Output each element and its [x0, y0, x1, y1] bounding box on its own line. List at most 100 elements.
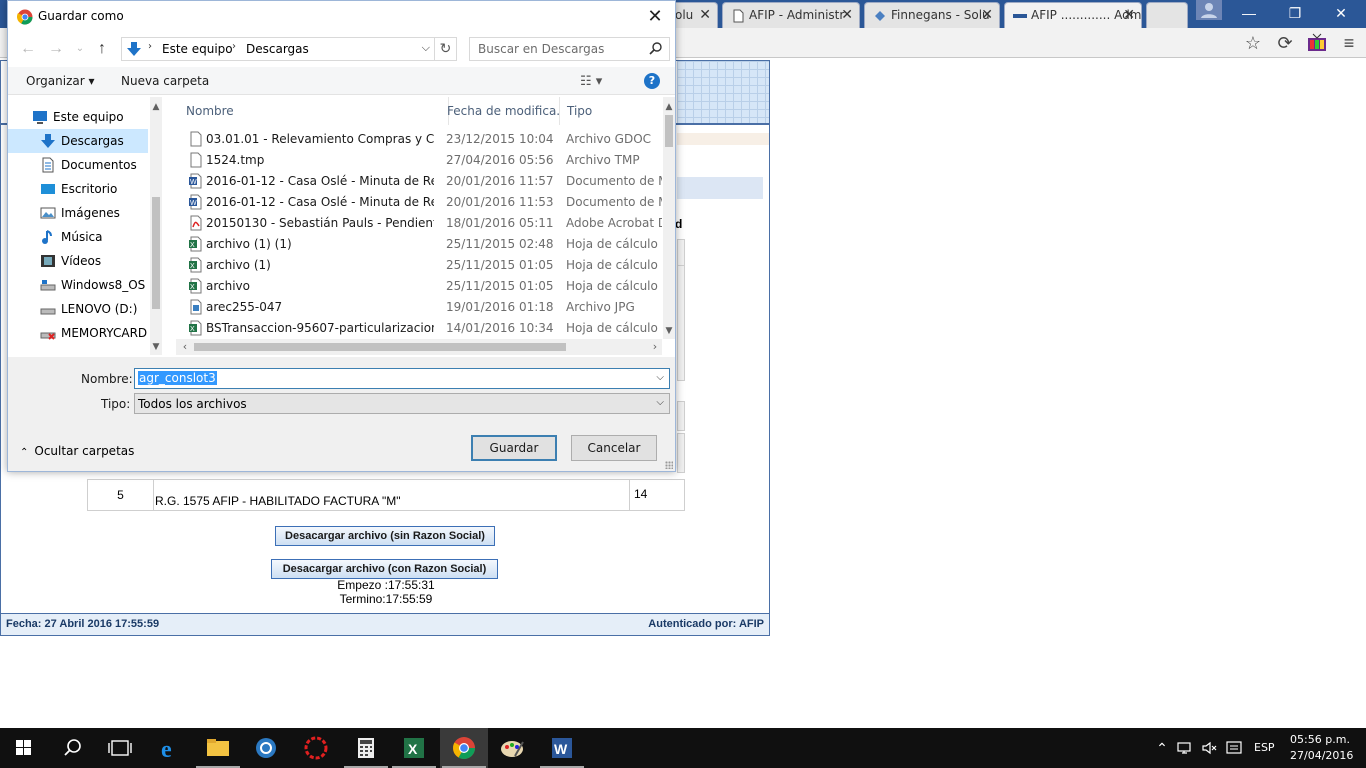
close-window-button[interactable]: ✕ [1318, 0, 1364, 28]
taskbar-chrome[interactable] [440, 728, 488, 768]
save-button[interactable]: Guardar [471, 435, 557, 461]
column-header-date[interactable]: Fecha de modifica... [439, 97, 560, 125]
taskbar-word[interactable]: W [538, 728, 586, 768]
start-button[interactable] [0, 728, 48, 768]
taskbar-edge[interactable]: e [146, 728, 194, 768]
nav-item-musica[interactable]: Música [8, 225, 148, 249]
nav-item-descargas[interactable]: Descargas [8, 129, 148, 153]
bookmark-star-icon[interactable]: ☆ [1242, 32, 1264, 54]
action-center-icon[interactable] [1224, 738, 1244, 758]
dialog-title-bar: Guardar como ✕ [8, 1, 675, 31]
scroll-up-icon[interactable]: ▲ [663, 101, 675, 113]
chrome-logo-icon [17, 9, 33, 25]
nav-item-documentos[interactable]: Documentos [8, 153, 148, 177]
task-view-button[interactable] [96, 728, 144, 768]
minimize-button[interactable]: — [1226, 0, 1272, 28]
tab-close-icon[interactable]: ✕ [981, 7, 993, 23]
nav-item-escritorio[interactable]: Escritorio [8, 177, 148, 201]
file-row[interactable]: X archivo (1) 25/11/2015 01:05 ... Hoja … [184, 255, 662, 276]
scroll-thumb[interactable] [665, 115, 673, 147]
hide-folders-toggle[interactable]: ⌃ Ocultar carpetas [20, 444, 134, 458]
documents-icon [42, 157, 54, 173]
back-arrow-icon[interactable]: ← [18, 39, 38, 59]
nav-scrollbar[interactable]: ▲ ▼ [150, 97, 162, 355]
show-hidden-icons-icon[interactable]: ⌃ [1154, 738, 1170, 758]
volume-muted-icon[interactable] [1200, 738, 1220, 758]
scroll-down-icon[interactable]: ▼ [150, 341, 162, 353]
scroll-up-icon[interactable]: ▲ [150, 101, 162, 113]
sync-extension-icon[interactable]: ⟳ [1274, 32, 1296, 54]
nav-item-este-equipo[interactable]: Este equipo [8, 105, 148, 129]
browser-tab[interactable]: Finnegans - Solu ✕ [864, 2, 1000, 28]
file-list-vertical-scrollbar[interactable]: ▲ ▼ [663, 97, 675, 339]
tab-close-icon[interactable]: ✕ [841, 7, 853, 23]
refresh-icon[interactable]: ↻ [434, 38, 456, 60]
file-row[interactable]: W 2016-01-12 - Casa Oslé - Minuta de Reu… [184, 171, 662, 192]
chrome-menu-icon[interactable]: ≡ [1338, 32, 1360, 54]
address-dropdown-icon[interactable]: ⌵ [422, 41, 430, 55]
scroll-down-icon[interactable]: ▼ [663, 325, 675, 337]
file-row[interactable]: 1524.tmp 27/04/2016 05:56 ... Archivo TM… [184, 150, 662, 171]
profile-avatar-icon[interactable] [1196, 0, 1222, 20]
input-language[interactable]: ESP [1254, 741, 1275, 754]
nav-item-label: Escritorio [61, 182, 118, 196]
column-header-type[interactable]: Tipo [559, 97, 663, 125]
taskbar-calculator[interactable] [342, 728, 390, 768]
dialog-close-button[interactable]: ✕ [641, 3, 669, 29]
nav-item-videos[interactable]: Vídeos [8, 249, 148, 273]
maximize-button[interactable]: ❐ [1272, 0, 1318, 28]
scroll-thumb[interactable] [194, 343, 566, 351]
forward-arrow-icon[interactable]: → [46, 39, 66, 59]
file-row[interactable]: 03.01.01 - Relevamiento Compras y Cuen..… [184, 129, 662, 150]
tab-close-icon[interactable]: ✕ [699, 7, 711, 23]
resize-grip-icon[interactable] [665, 461, 673, 469]
new-folder-button[interactable]: Nueva carpeta [121, 74, 209, 88]
network-icon[interactable] [1176, 738, 1196, 758]
scroll-right-icon[interactable]: › [648, 340, 662, 353]
nav-item-drive-d[interactable]: LENOVO (D:) [8, 297, 148, 321]
scroll-left-icon[interactable]: ‹ [178, 340, 192, 353]
nav-item-memorycard[interactable]: MEMORYCARD [8, 321, 148, 345]
file-list-horizontal-scrollbar[interactable]: ‹ › [176, 339, 662, 355]
taskbar-app-red[interactable] [292, 728, 340, 768]
tab-close-icon[interactable]: ✕ [1123, 7, 1135, 23]
taskbar-app[interactable] [242, 728, 290, 768]
file-row[interactable]: X archivo (1) (1) 25/11/2015 02:48 ... H… [184, 234, 662, 255]
breadcrumb-descargas[interactable]: Descargas [246, 42, 309, 56]
search-button[interactable] [48, 728, 96, 768]
scroll-thumb[interactable] [152, 197, 160, 309]
recent-dropdown-icon[interactable]: ⌄ [70, 39, 90, 59]
view-options-icon[interactable]: ☷ ▾ [580, 74, 602, 89]
file-row[interactable]: X BSTransaccion-95607-particularizacion … [184, 318, 662, 339]
browser-tab-active[interactable]: AFIP ............. Adm ✕ [1004, 2, 1142, 28]
nav-item-drive-c[interactable]: Windows8_OS (C [8, 273, 148, 297]
file-row[interactable]: W 2016-01-12 - Casa Oslé - Minuta de Reu… [184, 192, 662, 213]
help-icon[interactable]: ? [644, 73, 660, 89]
type-dropdown-icon[interactable]: ⌵ [656, 397, 664, 408]
file-type-select[interactable]: Todos los archivos ⌵ [134, 393, 670, 414]
file-row[interactable]: X archivo 25/11/2015 01:05 ... Hoja de c… [184, 276, 662, 297]
nav-item-imagenes[interactable]: Imágenes [8, 201, 148, 225]
download-without-name-button[interactable]: Desacargar archivo (sin Razon Social) [275, 526, 495, 546]
taskbar-paint[interactable] [488, 728, 536, 768]
up-arrow-icon[interactable]: ↑ [92, 39, 112, 59]
download-with-name-button[interactable]: Desacargar archivo (con Razon Social) [271, 559, 498, 579]
taskbar-excel[interactable]: X [390, 728, 438, 768]
organize-menu[interactable]: Organizar ▾ [26, 74, 95, 88]
file-row[interactable]: arec255-047 19/01/2016 01:18 ... Archivo… [184, 297, 662, 318]
table-cell [677, 265, 685, 381]
search-input[interactable]: Buscar en Descargas [469, 37, 670, 61]
file-row[interactable]: 20150130 - Sebastián Pauls - Pendientes … [184, 213, 662, 234]
taskbar-file-explorer[interactable] [194, 728, 242, 768]
name-dropdown-icon[interactable]: ⌵ [656, 372, 664, 383]
new-tab-button[interactable] [1146, 2, 1188, 28]
breadcrumb-este-equipo[interactable]: Este equipo [162, 42, 233, 56]
system-clock[interactable]: 05:56 p.m. 27/04/2016 [1290, 732, 1353, 764]
tv-extension-icon[interactable] [1306, 32, 1328, 54]
cancel-button[interactable]: Cancelar [571, 435, 657, 461]
file-date: 19/01/2016 01:18 ... [446, 300, 556, 314]
file-name-input[interactable]: agr_conslot3 ⌵ [134, 368, 670, 389]
column-header-name[interactable]: Nombre ^ [178, 97, 449, 125]
browser-tab[interactable]: AFIP - Administr ✕ [722, 2, 860, 28]
address-bar[interactable]: › Este equipo › Descargas ⌵ ↻ [121, 37, 457, 61]
